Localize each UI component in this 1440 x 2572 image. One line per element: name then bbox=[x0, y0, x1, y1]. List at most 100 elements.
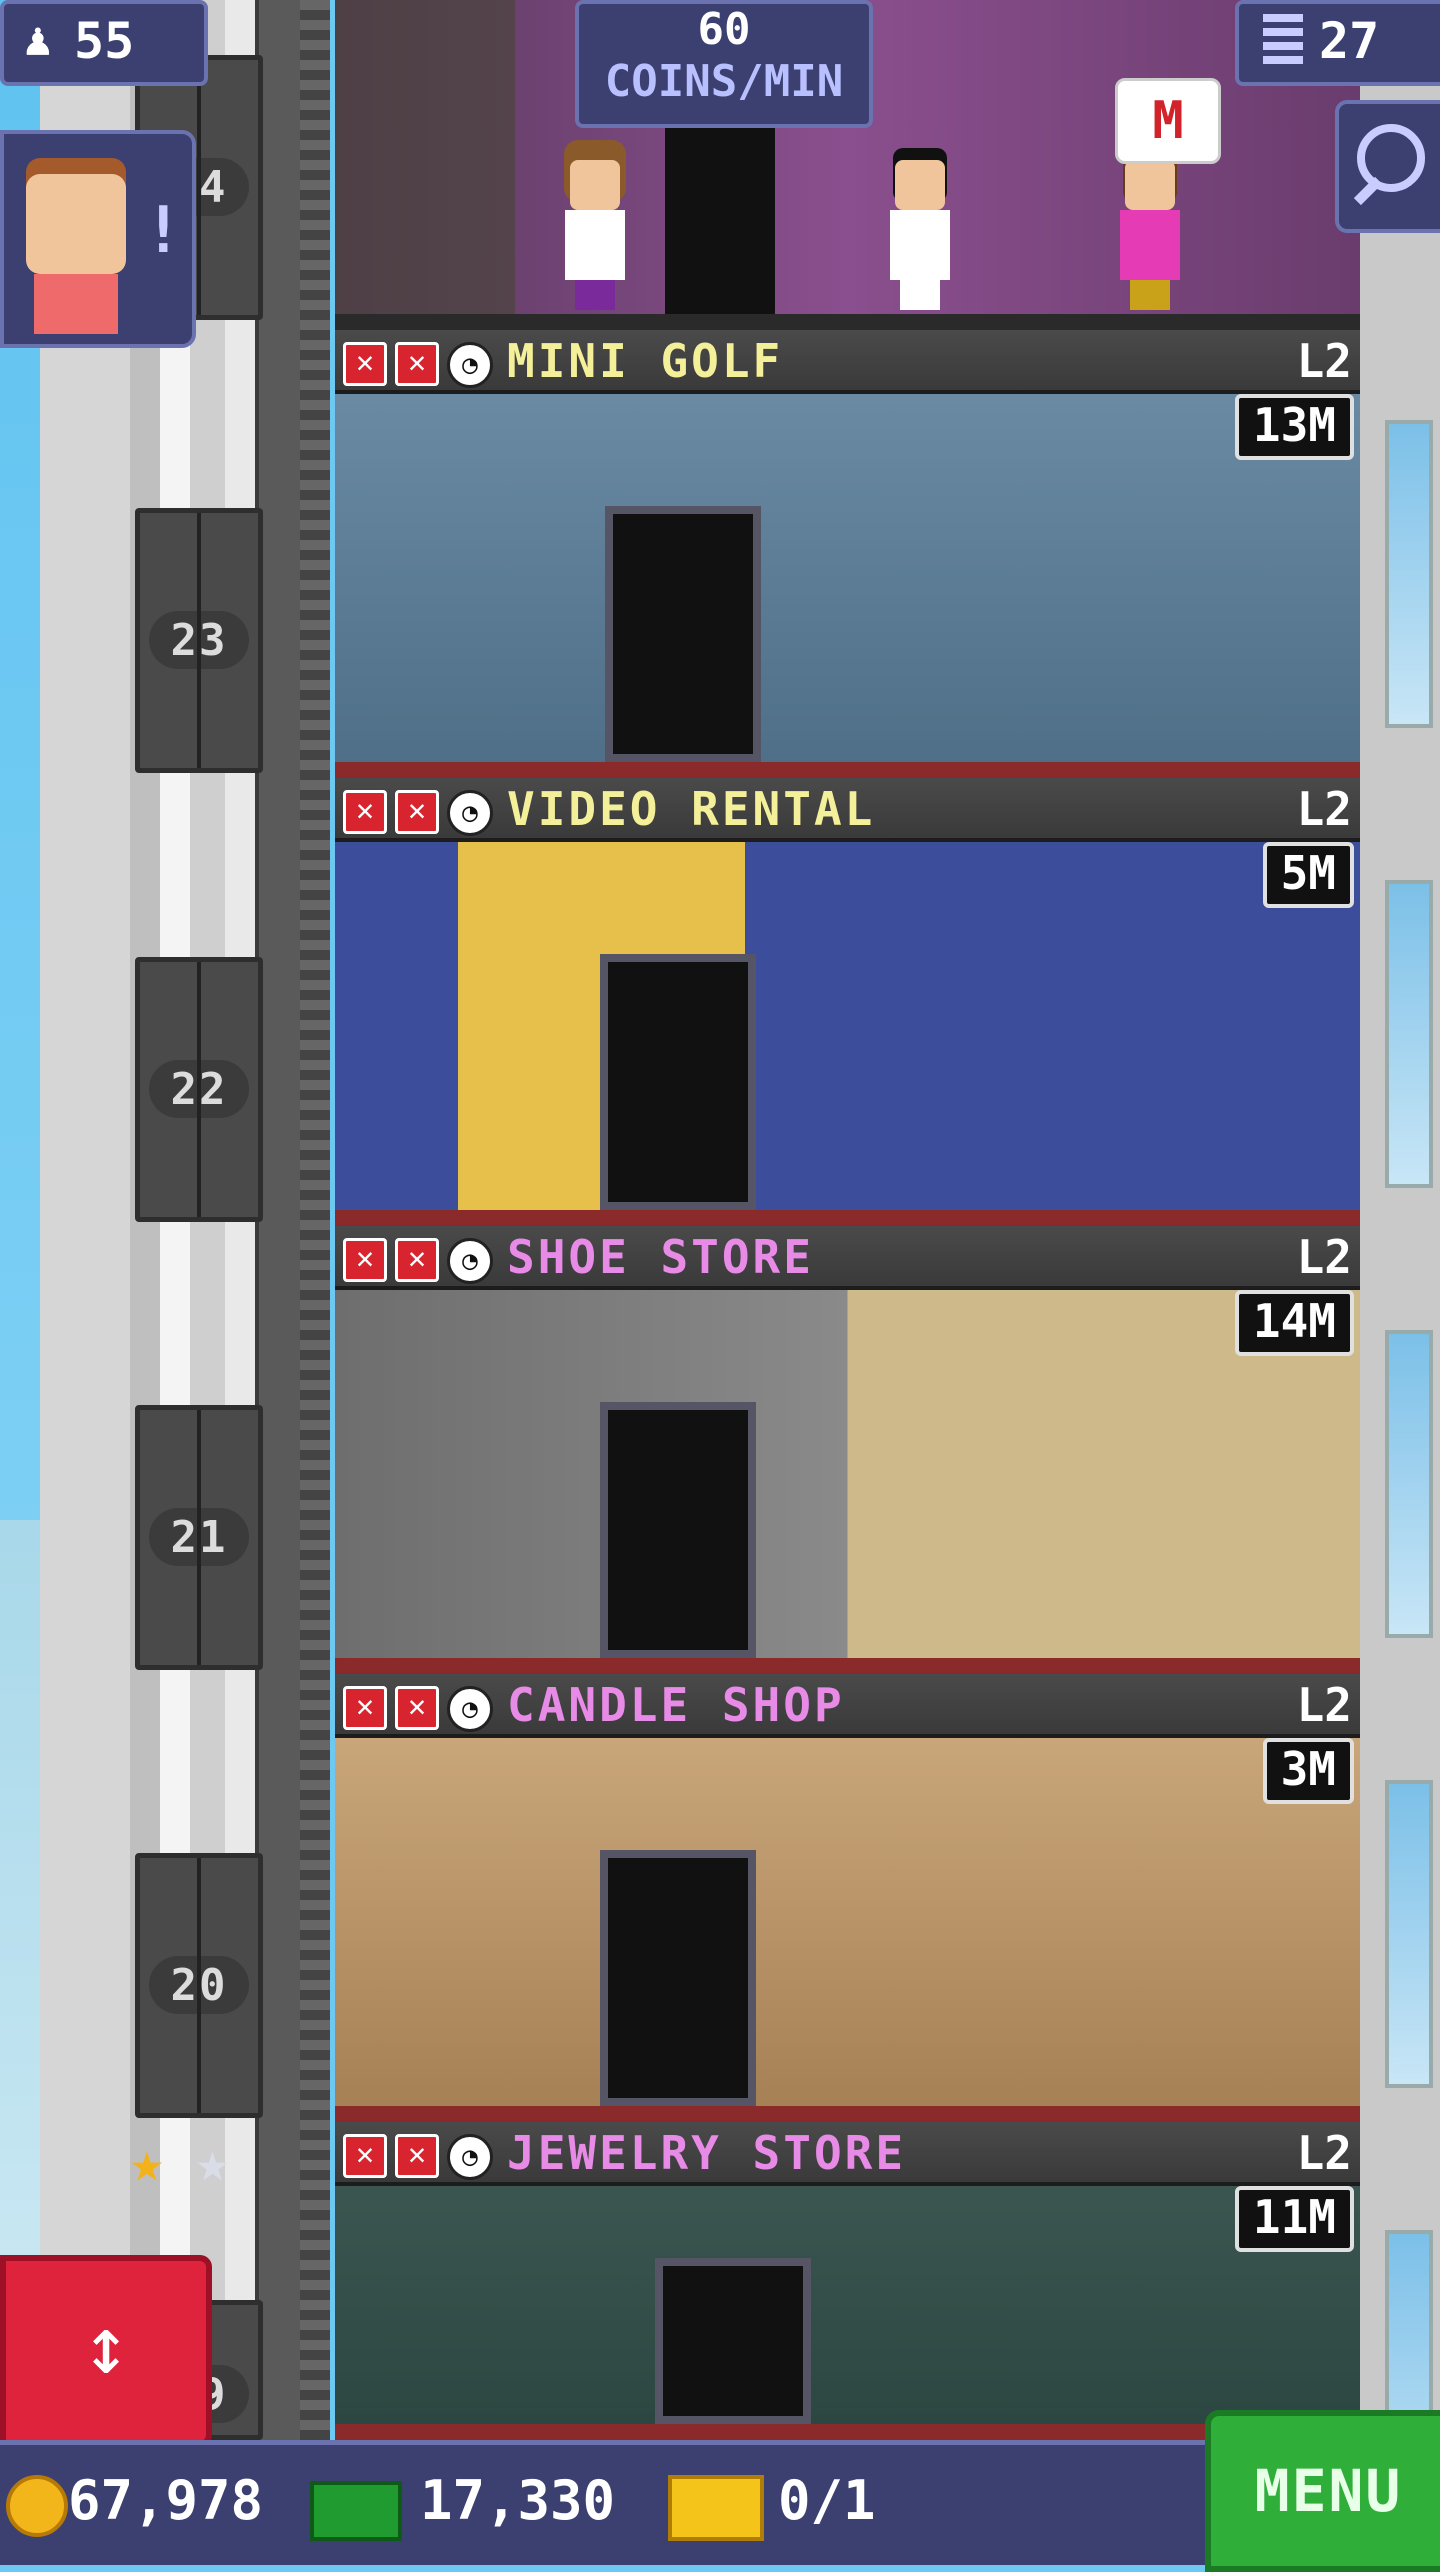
building-icon bbox=[1263, 14, 1303, 68]
tickets-value[interactable]: 0/1 bbox=[778, 2469, 876, 2532]
elevator-door[interactable]: 22 bbox=[135, 957, 263, 1222]
alert-icon: ! bbox=[144, 194, 183, 268]
exterior-window bbox=[1385, 1330, 1433, 1638]
floor-room[interactable] bbox=[335, 842, 1360, 1226]
floor-name: SHOE STORE bbox=[507, 1230, 814, 1284]
elevator-door[interactable]: 23 bbox=[135, 508, 263, 773]
elevator-control-button[interactable]: ↕ bbox=[0, 2255, 212, 2447]
golden-ticket-icon bbox=[668, 2475, 764, 2541]
x-icon: ✕ bbox=[395, 1238, 439, 1282]
clock-icon: ◔ bbox=[447, 1238, 493, 1284]
population-value: 55 bbox=[74, 12, 135, 70]
floor-strip bbox=[335, 2106, 1360, 2122]
floor-header[interactable]: ✕ ✕ ◔ VIDEO RENTAL L2 bbox=[335, 778, 1360, 842]
x-icon: ✕ bbox=[395, 2134, 439, 2178]
floor-strip bbox=[335, 762, 1360, 778]
room-door bbox=[655, 2258, 811, 2424]
coins-value[interactable]: 67,978 bbox=[68, 2469, 263, 2532]
x-icon: ✕ bbox=[395, 790, 439, 834]
x-icon: ✕ bbox=[395, 1686, 439, 1730]
shelf-decor bbox=[335, 0, 515, 320]
floor-name: MINI GOLF bbox=[507, 334, 784, 388]
floor-room[interactable] bbox=[335, 2186, 1360, 2440]
tower-resident[interactable] bbox=[560, 160, 630, 310]
floor-level: L2 bbox=[1296, 334, 1352, 388]
stock-badge: 5M bbox=[1262, 842, 1354, 908]
floor-counter[interactable]: 27 bbox=[1235, 0, 1440, 86]
floor-video-rental[interactable]: ✕ ✕ ◔ VIDEO RENTAL L2 5M bbox=[335, 778, 1360, 1226]
stock-badge: 13M bbox=[1234, 394, 1354, 460]
tower-bux-icon bbox=[310, 2481, 402, 2541]
floor-name: JEWELRY STORE bbox=[507, 2126, 907, 2180]
mail-icon: M bbox=[1152, 91, 1184, 151]
floor-count-value: 27 bbox=[1319, 12, 1380, 70]
coins-rate-value: 60 bbox=[697, 4, 751, 55]
elevator-door[interactable]: 21 bbox=[135, 1405, 263, 1670]
bux-value[interactable]: 17,330 bbox=[420, 2469, 615, 2532]
x-icon: ✕ bbox=[395, 342, 439, 386]
tower-stars: ★ ★ bbox=[130, 2135, 252, 2191]
x-icon: ✕ bbox=[343, 1238, 387, 1282]
floor-name: CANDLE SHOP bbox=[507, 1678, 845, 1732]
room-door bbox=[600, 954, 756, 1210]
x-icon: ✕ bbox=[343, 790, 387, 834]
resident-notification[interactable]: ! bbox=[0, 130, 196, 348]
room-door bbox=[605, 506, 761, 762]
elevator-floor-number: 21 bbox=[149, 1508, 249, 1566]
coins-rate-unit: COINS/MIN bbox=[604, 56, 844, 107]
tower-resident[interactable] bbox=[885, 160, 955, 310]
floor-header[interactable]: ✕ ✕ ◔ SHOE STORE L2 bbox=[335, 1226, 1360, 1290]
floor-room[interactable] bbox=[335, 394, 1360, 778]
exterior-window bbox=[1385, 420, 1433, 728]
clock-icon: ◔ bbox=[447, 342, 493, 388]
room-door bbox=[600, 1850, 756, 2106]
elevator-track bbox=[300, 0, 330, 2440]
x-icon: ✕ bbox=[343, 342, 387, 386]
exterior-window bbox=[1385, 880, 1433, 1188]
x-icon: ✕ bbox=[343, 2134, 387, 2178]
floor-room[interactable] bbox=[335, 1290, 1360, 1674]
menu-button[interactable]: MENU bbox=[1205, 2410, 1440, 2572]
floor-level: L2 bbox=[1296, 1678, 1352, 1732]
floor-room[interactable] bbox=[335, 1738, 1360, 2122]
resident-avatar-body bbox=[34, 274, 118, 334]
floor-candle-shop[interactable]: ✕ ✕ ◔ CANDLE SHOP L2 3M bbox=[335, 1674, 1360, 2122]
elevator-floor-number: 20 bbox=[149, 1956, 249, 2014]
magnifier-icon bbox=[1357, 124, 1425, 192]
floor-level: L2 bbox=[1296, 782, 1352, 836]
stock-badge: 11M bbox=[1234, 2186, 1354, 2252]
stock-badge: 3M bbox=[1262, 1738, 1354, 1804]
clock-icon: ◔ bbox=[447, 790, 493, 836]
floor-shoe-store[interactable]: ✕ ✕ ◔ SHOE STORE L2 14M bbox=[335, 1226, 1360, 1674]
elevator-floor-number: 23 bbox=[149, 611, 249, 669]
elevator-door[interactable]: 20 bbox=[135, 1853, 263, 2118]
elevator-floor-number: 22 bbox=[149, 1060, 249, 1118]
floor-strip bbox=[335, 1210, 1360, 1226]
room-door bbox=[600, 1402, 756, 1658]
star-filled-icon: ★ bbox=[130, 2130, 164, 2195]
tower-left-wall bbox=[40, 0, 134, 2440]
mail-bubble[interactable]: M bbox=[1115, 78, 1221, 164]
floor-header[interactable]: ✕ ✕ ◔ CANDLE SHOP L2 bbox=[335, 1674, 1360, 1738]
exterior-window bbox=[1385, 1780, 1433, 2088]
room-door bbox=[665, 120, 775, 320]
star-empty-icon: ★ bbox=[195, 2130, 230, 2195]
coins-rate-panel: 60 COINS/MIN bbox=[575, 0, 873, 128]
floor-divider bbox=[335, 314, 1360, 330]
x-icon: ✕ bbox=[343, 1686, 387, 1730]
floor-level: L2 bbox=[1296, 1230, 1352, 1284]
population-counter[interactable]: ♟ 55 bbox=[0, 0, 208, 86]
floor-name: VIDEO RENTAL bbox=[507, 782, 876, 836]
stock-badge: 14M bbox=[1234, 1290, 1354, 1356]
floor-jewelry-store[interactable]: ✕ ✕ ◔ JEWELRY STORE L2 11M bbox=[335, 2122, 1360, 2440]
clock-icon: ◔ bbox=[447, 1686, 493, 1732]
coin-icon bbox=[6, 2475, 68, 2537]
floor-header[interactable]: ✕ ✕ ◔ JEWELRY STORE L2 bbox=[335, 2122, 1360, 2186]
floor-header[interactable]: ✕ ✕ ◔ MINI GOLF L2 bbox=[335, 330, 1360, 394]
floor-strip bbox=[335, 1658, 1360, 1674]
search-button[interactable] bbox=[1335, 100, 1440, 233]
floor-mini-golf[interactable]: ✕ ✕ ◔ MINI GOLF L2 13M bbox=[335, 330, 1360, 778]
tower-resident[interactable] bbox=[1115, 160, 1185, 310]
person-icon: ♟ bbox=[24, 12, 52, 66]
resident-avatar bbox=[26, 174, 126, 274]
